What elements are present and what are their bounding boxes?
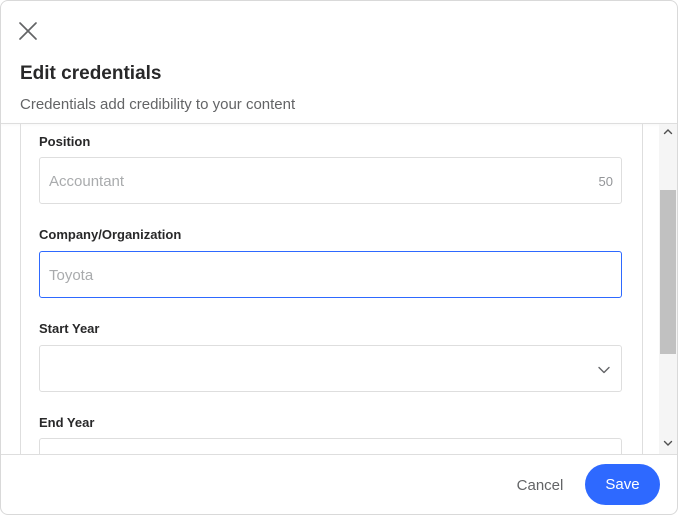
- start-year-select[interactable]: [39, 345, 622, 392]
- scrollbar[interactable]: [659, 124, 677, 454]
- position-label: Position: [39, 134, 91, 149]
- scrollbar-thumb[interactable]: [660, 190, 676, 354]
- end-year-label: End Year: [39, 415, 95, 430]
- save-button[interactable]: Save: [585, 464, 660, 505]
- position-placeholder: Accountant: [49, 173, 125, 190]
- company-input[interactable]: Toyota: [39, 251, 622, 298]
- chevron-down-icon: [598, 366, 610, 374]
- dialog-subtitle: Credentials add credibility to your cont…: [20, 96, 296, 113]
- company-label: Company/Organization: [39, 227, 182, 242]
- position-char-counter: 50: [598, 174, 613, 189]
- form-scroll-area[interactable]: Position Accountant 50 Company/Organizat…: [1, 124, 657, 454]
- dialog-title: Edit credentials: [20, 63, 162, 84]
- edit-credentials-dialog: Edit credentials Credentials add credibi…: [0, 0, 678, 515]
- end-year-select[interactable]: [39, 438, 622, 454]
- position-input[interactable]: Accountant 50: [39, 157, 622, 204]
- scroll-up-icon[interactable]: [663, 127, 673, 137]
- start-year-label: Start Year: [39, 321, 100, 336]
- footer-divider: [1, 454, 677, 455]
- cancel-button[interactable]: Cancel: [506, 467, 574, 503]
- company-placeholder: Toyota: [49, 267, 94, 284]
- close-icon: [19, 22, 37, 40]
- scroll-down-icon[interactable]: [663, 438, 673, 448]
- close-button[interactable]: [15, 18, 41, 44]
